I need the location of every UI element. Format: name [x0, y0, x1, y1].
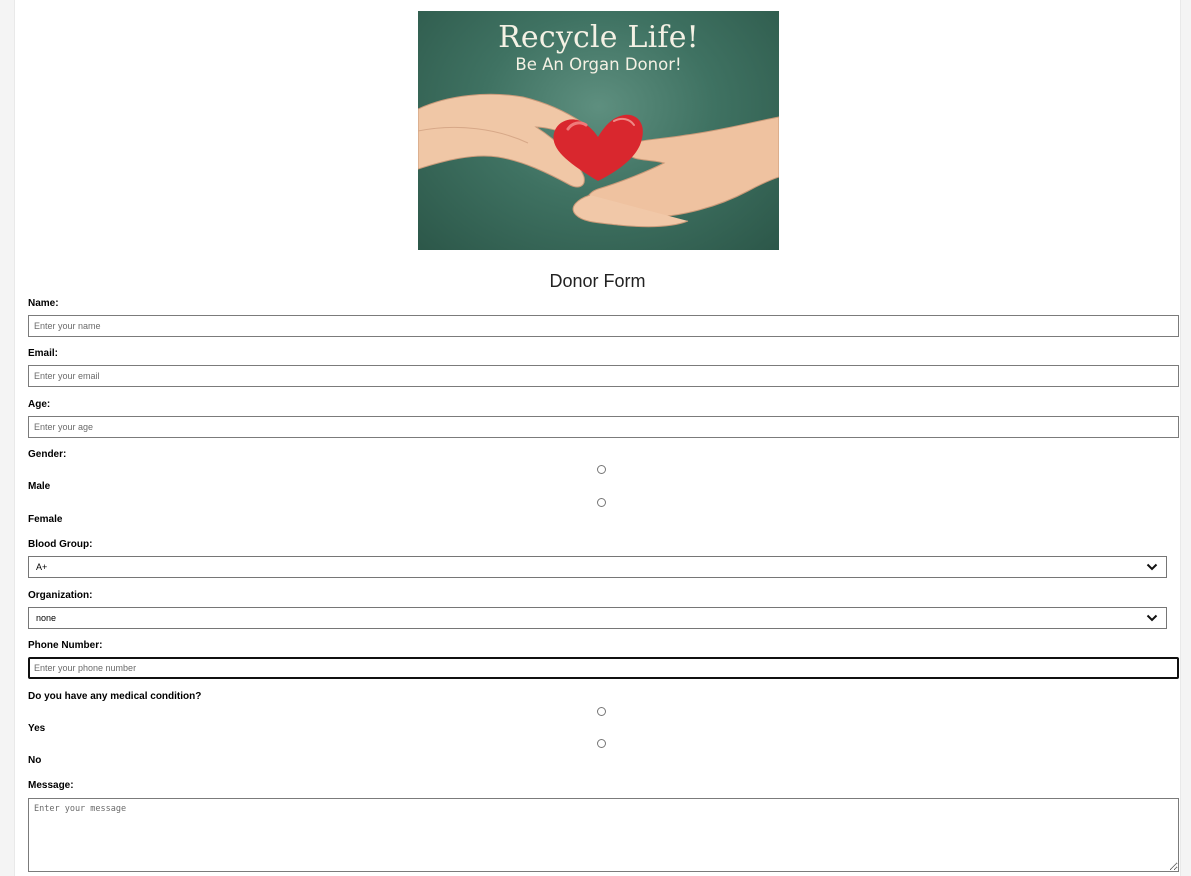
- message-label: Message:: [28, 780, 74, 791]
- blood-group-label: Blood Group:: [28, 539, 93, 550]
- organization-select[interactable]: none: [28, 607, 1167, 629]
- phone-input[interactable]: [28, 657, 1179, 679]
- medical-no-radio[interactable]: [597, 739, 606, 748]
- gender-male-radio[interactable]: [597, 465, 606, 474]
- banner-subline: Be An Organ Donor!: [515, 55, 682, 74]
- age-label: Age:: [28, 399, 51, 410]
- medical-condition-label: Do you have any medical condition?: [28, 691, 202, 702]
- chevron-down-icon: [1146, 563, 1158, 571]
- email-label: Email:: [28, 348, 59, 359]
- chevron-down-icon: [1146, 614, 1158, 622]
- form-title: Donor Form: [549, 271, 646, 291]
- medical-yes-radio[interactable]: [597, 707, 606, 716]
- page: Recycle Life! Be An Organ Donor! Donor F…: [14, 0, 1181, 876]
- message-textarea[interactable]: [28, 798, 1179, 872]
- medical-yes-label: Yes: [28, 723, 46, 734]
- name-label: Name:: [28, 298, 59, 309]
- gender-male-label: Male: [28, 481, 51, 492]
- gender-female-label: Female: [28, 514, 63, 525]
- organization-value: none: [36, 613, 57, 623]
- gender-label: Gender:: [28, 449, 67, 460]
- medical-no-label: No: [28, 755, 42, 766]
- banner-headline: Recycle Life!: [498, 20, 699, 55]
- age-input[interactable]: [28, 416, 1179, 438]
- gender-female-radio[interactable]: [597, 498, 606, 507]
- blood-group-select[interactable]: A+: [28, 556, 1167, 578]
- name-input[interactable]: [28, 315, 1179, 337]
- organization-label: Organization:: [28, 590, 93, 601]
- email-input[interactable]: [28, 365, 1179, 387]
- banner-image: Recycle Life! Be An Organ Donor!: [418, 11, 779, 250]
- blood-group-value: A+: [36, 562, 48, 572]
- phone-label: Phone Number:: [28, 640, 103, 651]
